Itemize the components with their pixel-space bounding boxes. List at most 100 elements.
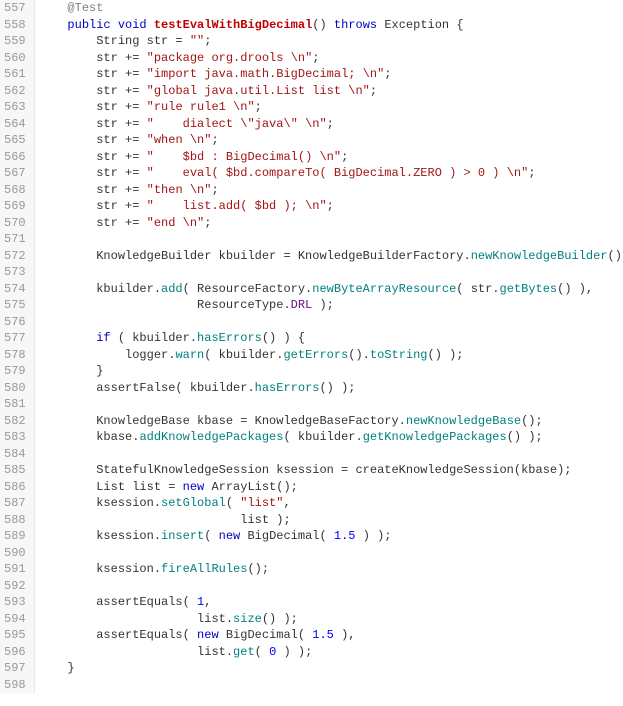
- token-plain: () );: [319, 381, 355, 395]
- code-line[interactable]: assertEquals( new BigDecimal( 1.5 ),: [39, 627, 623, 644]
- code-line[interactable]: ksession.insert( new BigDecimal( 1.5 ) )…: [39, 528, 623, 545]
- code-line[interactable]: [39, 231, 623, 248]
- line-number: 577: [4, 330, 26, 347]
- code-line[interactable]: if ( kbuilder.hasErrors() ) {: [39, 330, 623, 347]
- code-line[interactable]: list.size() );: [39, 611, 623, 628]
- code-line[interactable]: str += "global java.util.List list \n";: [39, 83, 623, 100]
- token-constant: DRL: [291, 298, 313, 312]
- code-line[interactable]: }: [39, 363, 623, 380]
- line-number: 568: [4, 182, 26, 199]
- code-line[interactable]: KnowledgeBuilder kbuilder = KnowledgeBui…: [39, 248, 623, 265]
- token-plain: }: [39, 364, 104, 378]
- token-plain: KnowledgeBuilder kbuilder = KnowledgeBui…: [39, 249, 471, 263]
- code-line[interactable]: str += "then \n";: [39, 182, 623, 199]
- code-line[interactable]: [39, 264, 623, 281]
- token-plain: ();: [608, 249, 623, 263]
- code-line[interactable]: list.get( 0 ) );: [39, 644, 623, 661]
- line-number: 578: [4, 347, 26, 364]
- code-line[interactable]: str += " eval( $bd.compareTo( BigDecimal…: [39, 165, 623, 182]
- token-method-call: warn: [175, 348, 204, 362]
- line-number: 593: [4, 594, 26, 611]
- code-line[interactable]: kbuilder.add( ResourceFactory.newByteArr…: [39, 281, 623, 298]
- code-line[interactable]: str += "package org.drools \n";: [39, 50, 623, 67]
- line-number: 576: [4, 314, 26, 331]
- token-plain: list );: [39, 513, 291, 527]
- token-plain: (: [204, 529, 218, 543]
- code-line[interactable]: str += "import java.math.BigDecimal; \n"…: [39, 66, 623, 83]
- code-line[interactable]: StatefulKnowledgeSession ksession = crea…: [39, 462, 623, 479]
- token-plain: str +=: [39, 117, 147, 131]
- token-plain: kbase.: [39, 430, 140, 444]
- token-plain: ResourceType.: [39, 298, 291, 312]
- code-line[interactable]: ksession.setGlobal( "list",: [39, 495, 623, 512]
- token-plain: str +=: [39, 216, 147, 230]
- token-plain: assertEquals(: [39, 628, 197, 642]
- code-line[interactable]: KnowledgeBase kbase = KnowledgeBaseFacto…: [39, 413, 623, 430]
- token-plain: (): [312, 18, 334, 32]
- code-line[interactable]: str += "when \n";: [39, 132, 623, 149]
- token-plain: ;: [370, 84, 377, 98]
- token-plain: ksession.: [39, 529, 161, 543]
- code-line[interactable]: @Test: [39, 0, 623, 17]
- code-line[interactable]: [39, 677, 623, 694]
- code-line[interactable]: str += " $bd : BigDecimal() \n";: [39, 149, 623, 166]
- token-plain: () );: [262, 612, 298, 626]
- token-annotation: @Test: [67, 1, 103, 15]
- token-string: "when \n": [147, 133, 212, 147]
- token-string: " dialect \"java\" \n": [147, 117, 327, 131]
- token-plain: str +=: [39, 166, 147, 180]
- code-line[interactable]: list );: [39, 512, 623, 529]
- token-method-call: getErrors: [283, 348, 348, 362]
- token-plain: ;: [312, 51, 319, 65]
- code-line[interactable]: logger.warn( kbuilder.getErrors().toStri…: [39, 347, 623, 364]
- token-plain: str +=: [39, 150, 147, 164]
- token-plain: KnowledgeBase kbase = KnowledgeBaseFacto…: [39, 414, 406, 428]
- token-string: "global java.util.List list \n": [147, 84, 370, 98]
- token-string: "import java.math.BigDecimal; \n": [147, 67, 385, 81]
- code-line[interactable]: str += "end \n";: [39, 215, 623, 232]
- code-line[interactable]: assertEquals( 1,: [39, 594, 623, 611]
- token-plain: ( kbuilder.: [283, 430, 362, 444]
- token-method-call: get: [233, 645, 255, 659]
- code-editor-content[interactable]: @Test public void testEvalWithBigDecimal…: [35, 0, 623, 693]
- line-number: 595: [4, 627, 26, 644]
- token-plain: assertFalse( kbuilder.: [39, 381, 255, 395]
- token-plain: [39, 1, 68, 15]
- code-line[interactable]: assertFalse( kbuilder.hasErrors() );: [39, 380, 623, 397]
- code-line[interactable]: str += "rule rule1 \n";: [39, 99, 623, 116]
- code-line[interactable]: List list = new ArrayList();: [39, 479, 623, 496]
- code-line[interactable]: [39, 314, 623, 331]
- token-plain: ;: [327, 117, 334, 131]
- code-line[interactable]: kbase.addKnowledgePackages( kbuilder.get…: [39, 429, 623, 446]
- code-line[interactable]: public void testEvalWithBigDecimal() thr…: [39, 17, 623, 34]
- code-line[interactable]: str += " dialect \"java\" \n";: [39, 116, 623, 133]
- token-plain: BigDecimal(: [240, 529, 334, 543]
- token-plain: ksession.: [39, 496, 161, 510]
- token-plain: ,: [283, 496, 290, 510]
- line-number: 586: [4, 479, 26, 496]
- line-number: 581: [4, 396, 26, 413]
- code-line[interactable]: ResourceType.DRL );: [39, 297, 623, 314]
- line-number: 558: [4, 17, 26, 34]
- line-number: 571: [4, 231, 26, 248]
- code-line[interactable]: }: [39, 660, 623, 677]
- line-number: 565: [4, 132, 26, 149]
- code-line[interactable]: [39, 578, 623, 595]
- token-plain: (: [255, 645, 269, 659]
- code-line[interactable]: [39, 396, 623, 413]
- line-number: 588: [4, 512, 26, 529]
- line-number: 574: [4, 281, 26, 298]
- code-line[interactable]: [39, 545, 623, 562]
- code-line[interactable]: String str = "";: [39, 33, 623, 50]
- token-plain: );: [312, 298, 334, 312]
- token-string: " $bd : BigDecimal() \n": [147, 150, 341, 164]
- code-line[interactable]: [39, 446, 623, 463]
- code-line[interactable]: ksession.fireAllRules();: [39, 561, 623, 578]
- code-line[interactable]: str += " list.add( $bd ); \n";: [39, 198, 623, 215]
- token-plain: ArrayList();: [204, 480, 298, 494]
- token-method-call: setGlobal: [161, 496, 226, 510]
- token-method-call: fireAllRules: [161, 562, 247, 576]
- token-plain: ;: [384, 67, 391, 81]
- line-number: 570: [4, 215, 26, 232]
- token-string: "then \n": [147, 183, 212, 197]
